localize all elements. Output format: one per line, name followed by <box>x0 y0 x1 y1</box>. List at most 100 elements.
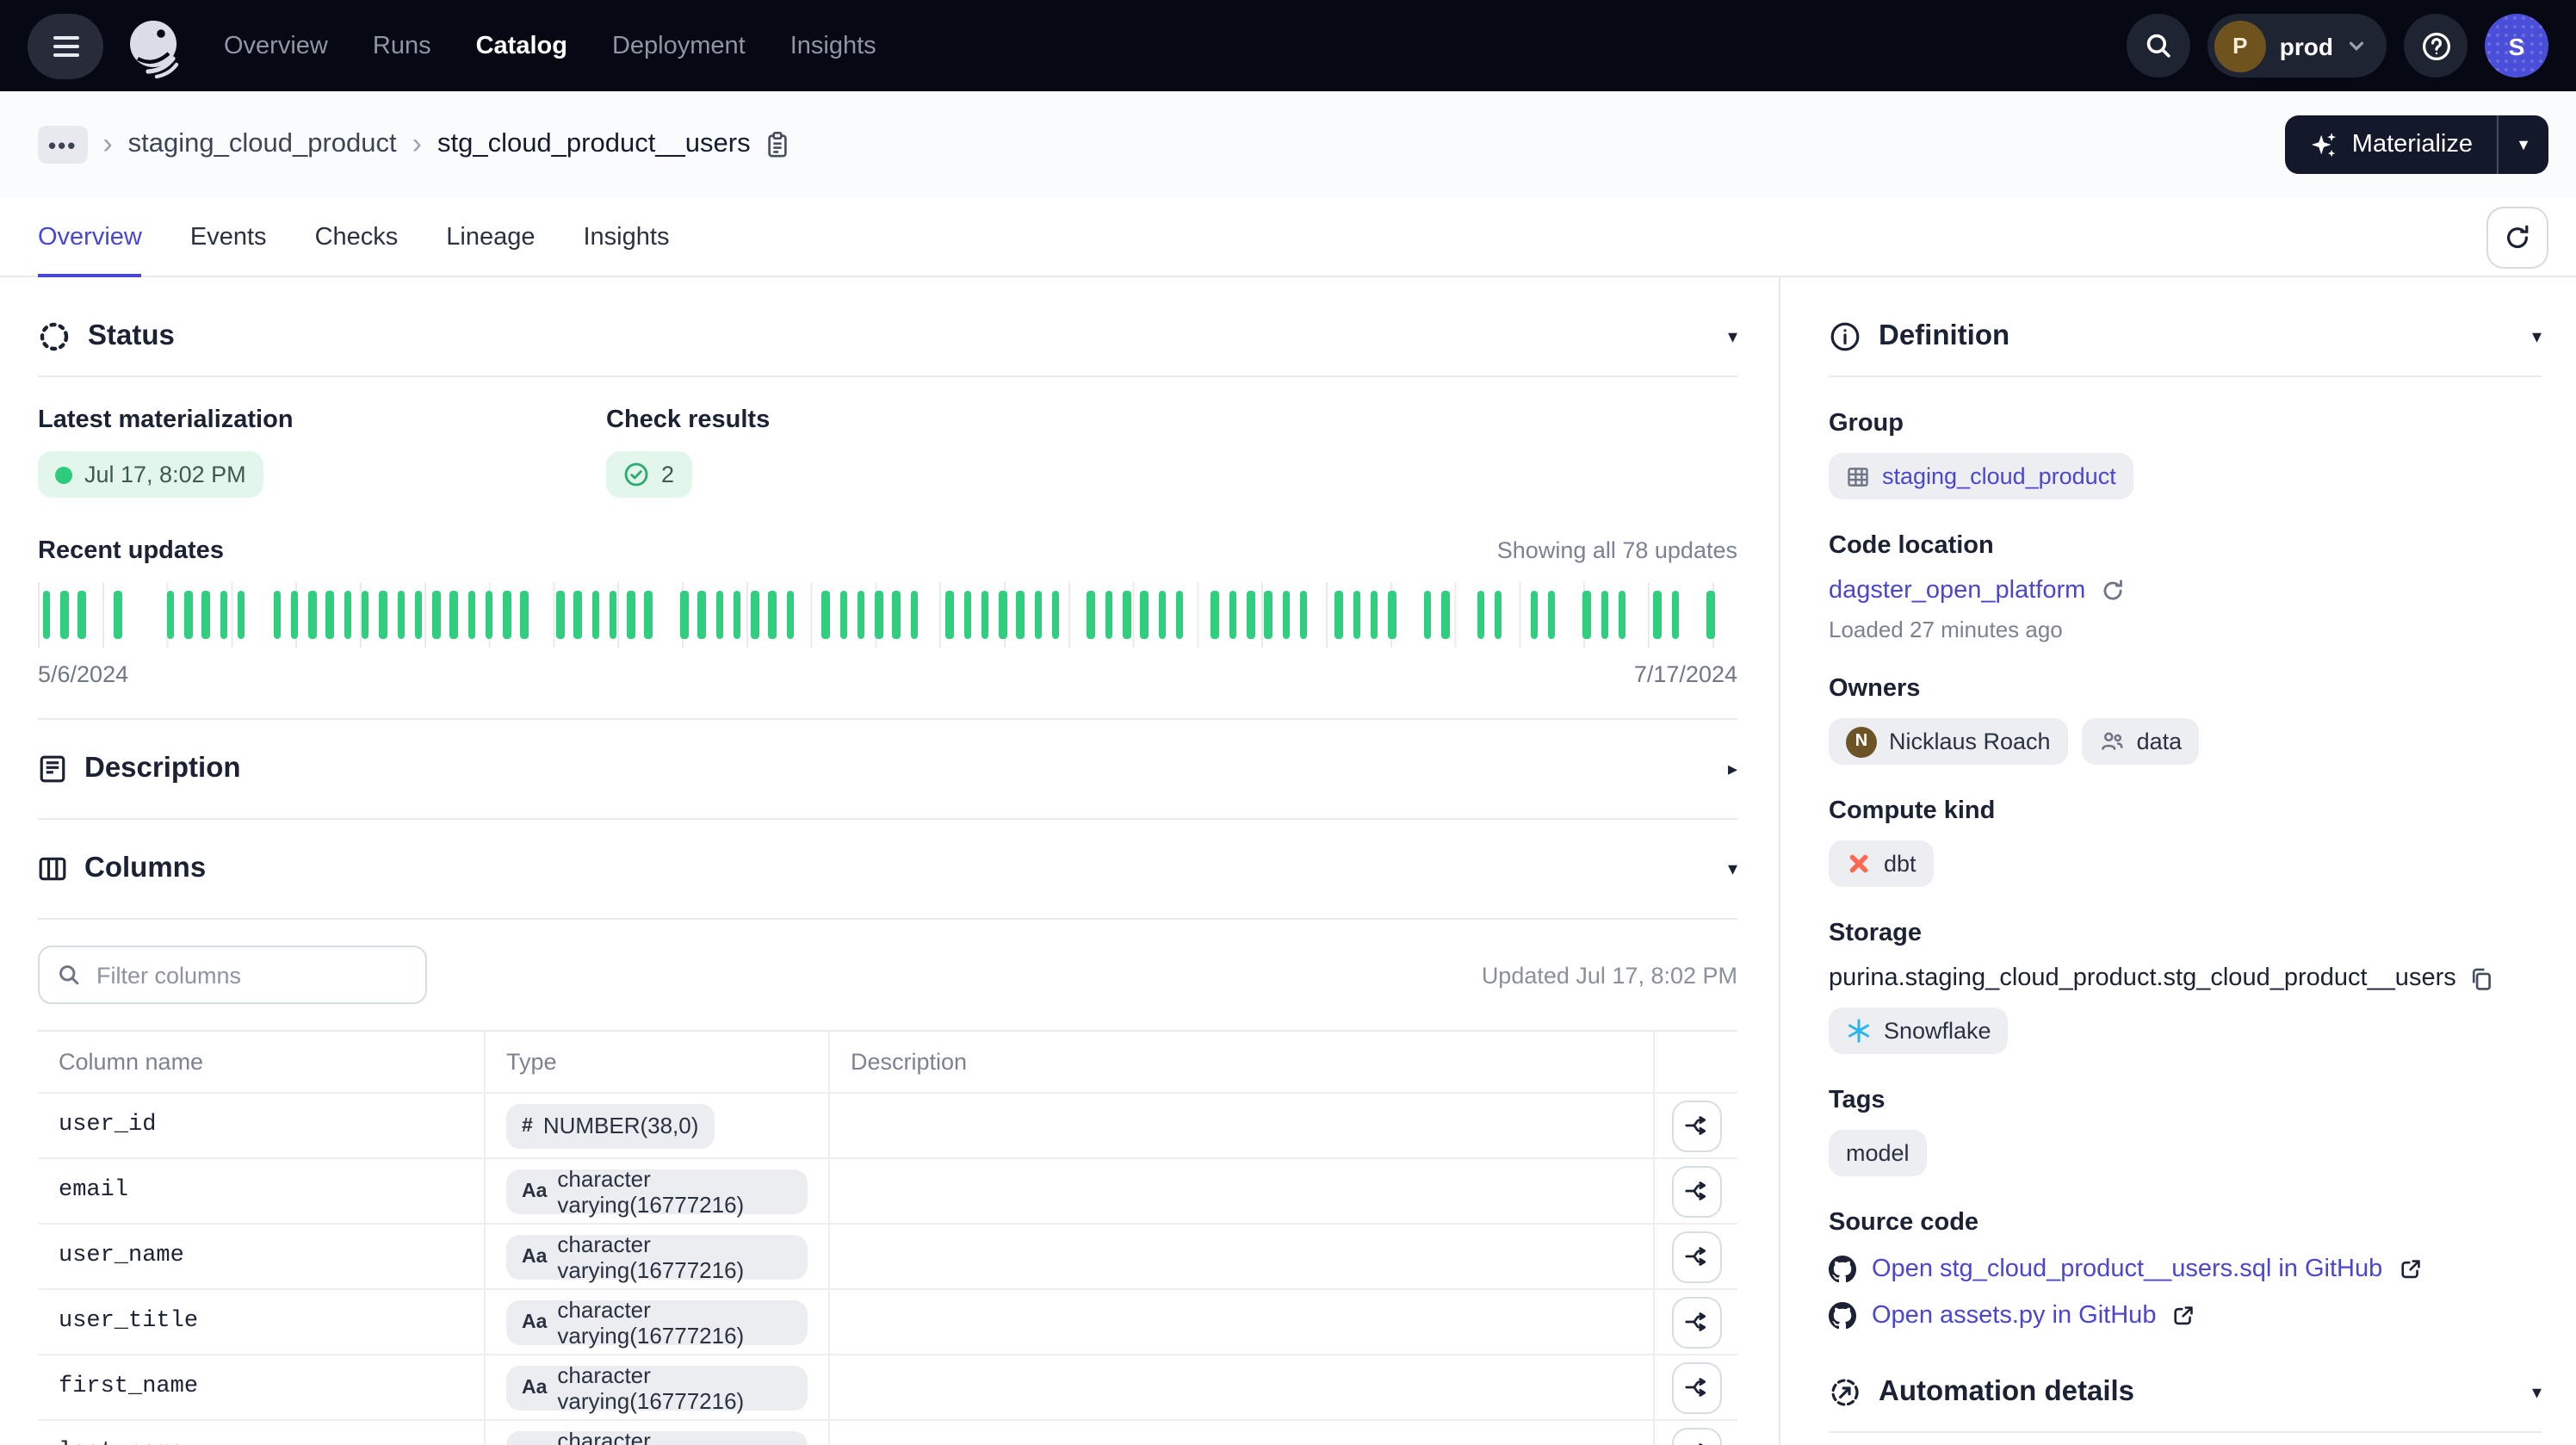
timeline-slot <box>1189 582 1207 648</box>
timeline-slot <box>906 582 924 648</box>
status-section-header[interactable]: Status ▾ <box>38 320 1737 353</box>
description-expand-caret[interactable]: ▸ <box>1728 758 1737 780</box>
compute-kind-pill[interactable]: dbt <box>1829 840 1934 887</box>
source-link[interactable]: Open assets.py in GitHub <box>1872 1302 2156 1330</box>
hamburger-icon <box>53 35 78 39</box>
updates-timeline[interactable] <box>38 582 1737 648</box>
hamburger-menu-button[interactable] <box>28 13 103 78</box>
column-type-cell: Aacharacter varying(16777216) <box>486 1225 830 1288</box>
description-section-header[interactable]: Description ▸ <box>38 753 1737 785</box>
refresh-button[interactable] <box>2486 207 2548 269</box>
github-icon <box>1829 1256 1856 1283</box>
timeline-bar <box>610 591 617 639</box>
timeline-end-date: 7/17/2024 <box>1634 661 1737 687</box>
reload-icon[interactable] <box>2101 579 2125 603</box>
header-actions <box>1655 1032 1737 1092</box>
text-type-icon: Aa <box>522 1312 547 1332</box>
source-code-label: Source code <box>1829 1209 2542 1237</box>
source-link[interactable]: Open stg_cloud_product__users.sql in Git… <box>1872 1256 2382 1283</box>
columns-section-header[interactable]: Columns ▾ <box>38 853 1737 885</box>
check-results-pill[interactable]: 2 <box>606 451 691 498</box>
storage-kind-pill[interactable]: Snowflake <box>1829 1008 2009 1054</box>
column-name-cell: user_title <box>38 1290 486 1354</box>
timeline-slot <box>427 582 445 648</box>
tab-overview[interactable]: Overview <box>38 198 142 276</box>
materialize-dropdown-button[interactable]: ▼ <box>2497 115 2548 174</box>
definition-collapse-caret[interactable]: ▾ <box>2532 326 2542 348</box>
divider <box>38 818 1737 820</box>
copy-storage-button[interactable] <box>2470 965 2494 991</box>
timeline-slot <box>375 582 393 648</box>
timeline-bar <box>43 591 51 639</box>
nav-item-insights[interactable]: Insights <box>790 32 876 59</box>
code-location-link[interactable]: dagster_open_platform <box>1829 577 2085 605</box>
column-description-cell <box>830 1355 1655 1419</box>
search-button[interactable] <box>2127 14 2190 78</box>
owner-user-pill[interactable]: N Nicklaus Roach <box>1829 718 2068 765</box>
latest-materialization-pill[interactable]: Jul 17, 8:02 PM <box>38 451 263 498</box>
tab-lineage[interactable]: Lineage <box>446 198 535 276</box>
column-name: last_name <box>59 1440 184 1445</box>
nav-item-catalog[interactable]: Catalog <box>476 32 567 59</box>
timeline-slot <box>1543 582 1561 648</box>
column-row-user-name: user_nameAacharacter varying(16777216) <box>38 1225 1737 1290</box>
owner-team-pill[interactable]: data <box>2082 718 2200 765</box>
timeline-slot <box>710 582 728 648</box>
column-lineage-button[interactable] <box>1671 1296 1721 1348</box>
column-lineage-button[interactable] <box>1671 1427 1721 1445</box>
timeline-slot <box>1702 582 1720 648</box>
timeline-slot <box>1667 582 1685 648</box>
timeline-slot <box>782 582 800 648</box>
tag-pill-model[interactable]: model <box>1829 1130 1927 1176</box>
timeline-bar <box>238 591 245 639</box>
overview-main-pane: Status ▾ Latest materialization Jul 17, … <box>0 277 1780 1445</box>
tab-events[interactable]: Events <box>190 198 267 276</box>
timeline-bar <box>1300 591 1308 639</box>
column-lineage-button[interactable] <box>1671 1165 1721 1217</box>
column-name: first_name <box>59 1374 198 1400</box>
timeline-bar <box>220 591 227 639</box>
timeline-bar <box>627 591 635 639</box>
timeline-slot <box>976 582 994 648</box>
column-lineage-button[interactable] <box>1671 1361 1721 1413</box>
type-pill-text: Aacharacter varying(16777216) <box>506 1234 808 1279</box>
nav-item-deployment[interactable]: Deployment <box>612 32 746 59</box>
timeline-slot <box>463 582 481 648</box>
breadcrumb-ellipsis-button[interactable]: ••• <box>38 126 87 164</box>
timeline-bar <box>184 591 192 639</box>
nav-item-runs[interactable]: Runs <box>373 32 431 59</box>
refresh-icon <box>2504 224 2531 251</box>
breadcrumb-separator: › <box>412 127 422 162</box>
owner-avatar: N <box>1846 726 1877 757</box>
timeline-slot <box>1489 582 1508 648</box>
column-lineage-button[interactable] <box>1671 1100 1721 1151</box>
timeline-bar <box>698 591 706 639</box>
column-description-cell <box>830 1159 1655 1223</box>
definition-section-header[interactable]: Definition ▾ <box>1829 320 2542 353</box>
automation-collapse-caret[interactable]: ▾ <box>2532 1381 2542 1404</box>
tab-insights[interactable]: Insights <box>584 198 670 276</box>
tab-checks[interactable]: Checks <box>315 198 399 276</box>
columns-collapse-caret[interactable]: ▾ <box>1728 858 1737 880</box>
copy-asset-name-button[interactable] <box>765 131 790 158</box>
materialize-button[interactable]: Materialize <box>2285 115 2497 174</box>
nav-item-overview[interactable]: Overview <box>224 32 328 59</box>
dagster-logo-icon <box>121 13 186 78</box>
breadcrumb-group-link[interactable]: staging_cloud_product <box>128 129 397 160</box>
columns-table: Column name Type Description user_id#NUM… <box>38 1030 1737 1445</box>
filter-columns-input[interactable] <box>93 960 408 989</box>
breadcrumb-row: ••• › staging_cloud_product › stg_cloud_… <box>0 91 2576 198</box>
timeline-bar <box>839 591 847 639</box>
user-avatar[interactable]: S <box>2485 14 2548 78</box>
timeline-bar <box>167 591 175 639</box>
timeline-slot <box>1719 582 1737 648</box>
status-collapse-caret[interactable]: ▾ <box>1728 326 1737 348</box>
info-icon <box>1829 320 1861 353</box>
automation-section-header[interactable]: Automation details ▾ <box>1829 1376 2542 1409</box>
deployment-switcher[interactable]: P prod <box>2208 14 2387 78</box>
group-pill[interactable]: staging_cloud_product <box>1829 453 2133 499</box>
timeline-dates: 5/6/2024 7/17/2024 <box>38 661 1737 687</box>
timeline-slot <box>941 582 959 648</box>
help-button[interactable] <box>2404 14 2468 78</box>
column-lineage-button[interactable] <box>1671 1231 1721 1282</box>
